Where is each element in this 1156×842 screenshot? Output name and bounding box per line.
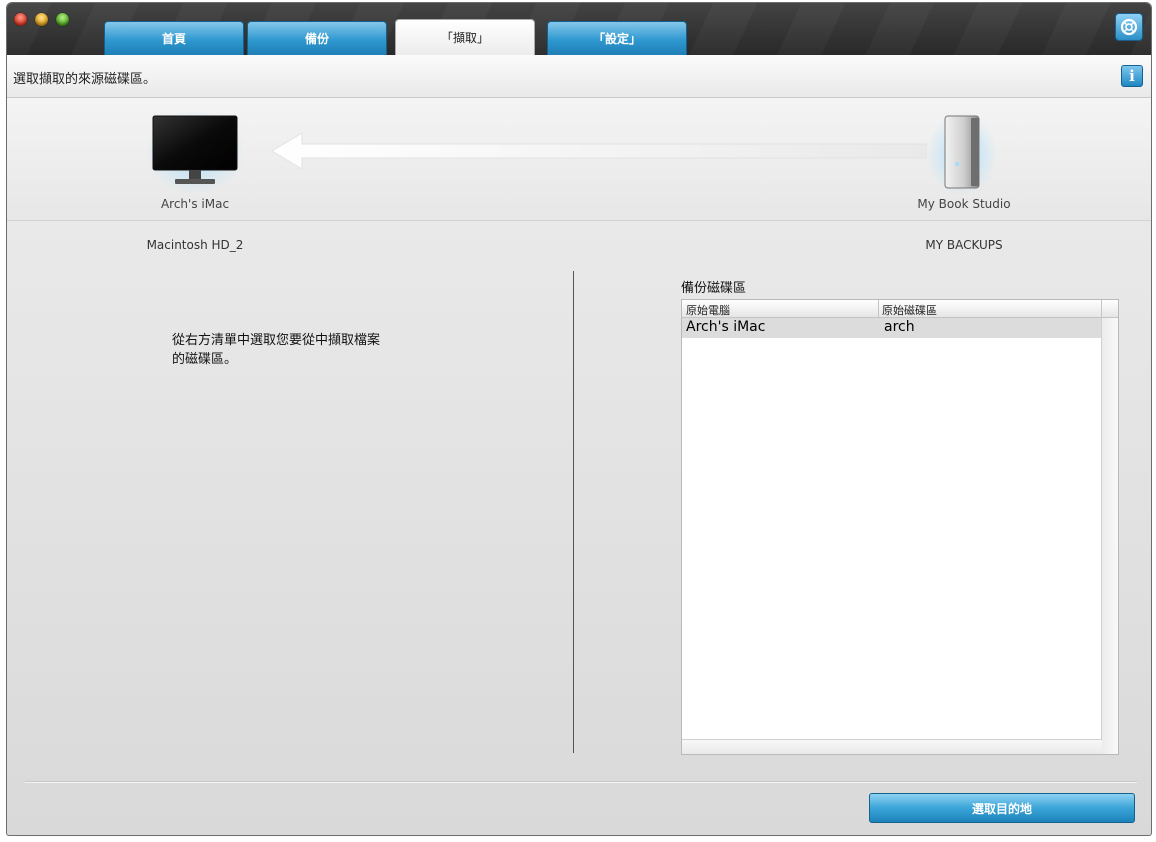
source-device-name: Arch's iMac — [160, 197, 230, 211]
tab-settings[interactable]: 「設定」 — [547, 21, 687, 55]
select-destination-button[interactable]: 選取目的地 — [869, 793, 1135, 823]
row-computer: Arch's iMac — [686, 319, 766, 335]
title-bar: 首頁 備份 「擷取」 「設定」 — [7, 3, 1151, 55]
row-volume: arch — [884, 319, 915, 335]
close-window-button[interactable] — [14, 13, 27, 26]
column-header-computer[interactable]: 原始電腦 — [686, 302, 730, 318]
app-window: 首頁 備份 「擷取」 「設定」 選取擷取的來源磁碟區。 i Arch's iMa… — [6, 2, 1152, 836]
horizontal-scrollbar[interactable] — [682, 739, 1102, 754]
tab-backup[interactable]: 備份 — [247, 21, 387, 55]
panel-divider — [573, 271, 574, 753]
device-area: Arch's iMac My Book Studio — [7, 98, 1151, 221]
instruction-message: 從右方清單中選取您要從中擷取檔案 的磁碟區。 — [172, 333, 381, 367]
target-device-name: My Book Studio — [917, 197, 1011, 211]
instruction-bar: 選取擷取的來源磁碟區。 i — [7, 55, 1151, 98]
source-volume-label: Macintosh HD_2 — [146, 238, 244, 252]
table-row[interactable]: Arch's iMac arch — [682, 318, 1102, 338]
tab-home[interactable]: 首頁 — [104, 21, 244, 55]
footer-divider — [25, 781, 1137, 783]
vertical-scrollbar[interactable] — [1101, 318, 1118, 754]
target-volume-label: MY BACKUPS — [925, 238, 1003, 252]
imac-icon[interactable] — [145, 112, 245, 192]
info-icon[interactable]: i — [1121, 65, 1143, 87]
direction-arrow — [272, 133, 927, 169]
minimize-window-button[interactable] — [35, 13, 48, 26]
zoom-window-button[interactable] — [56, 13, 69, 26]
tab-retrieve[interactable]: 「擷取」 — [395, 19, 535, 55]
table-header: 原始電腦 原始磁碟區 — [682, 300, 1118, 318]
help-button[interactable] — [1115, 13, 1143, 41]
lifebuoy-icon — [1120, 18, 1138, 36]
column-header-volume[interactable]: 原始磁碟區 — [882, 302, 937, 318]
backup-volumes-title: 備份磁碟區 — [681, 281, 747, 296]
backup-volumes-table[interactable]: 原始電腦 原始磁碟區 Arch's iMac arch — [681, 299, 1119, 755]
instruction-text: 選取擷取的來源磁碟區。 — [13, 72, 157, 87]
external-drive-icon[interactable] — [927, 106, 997, 196]
